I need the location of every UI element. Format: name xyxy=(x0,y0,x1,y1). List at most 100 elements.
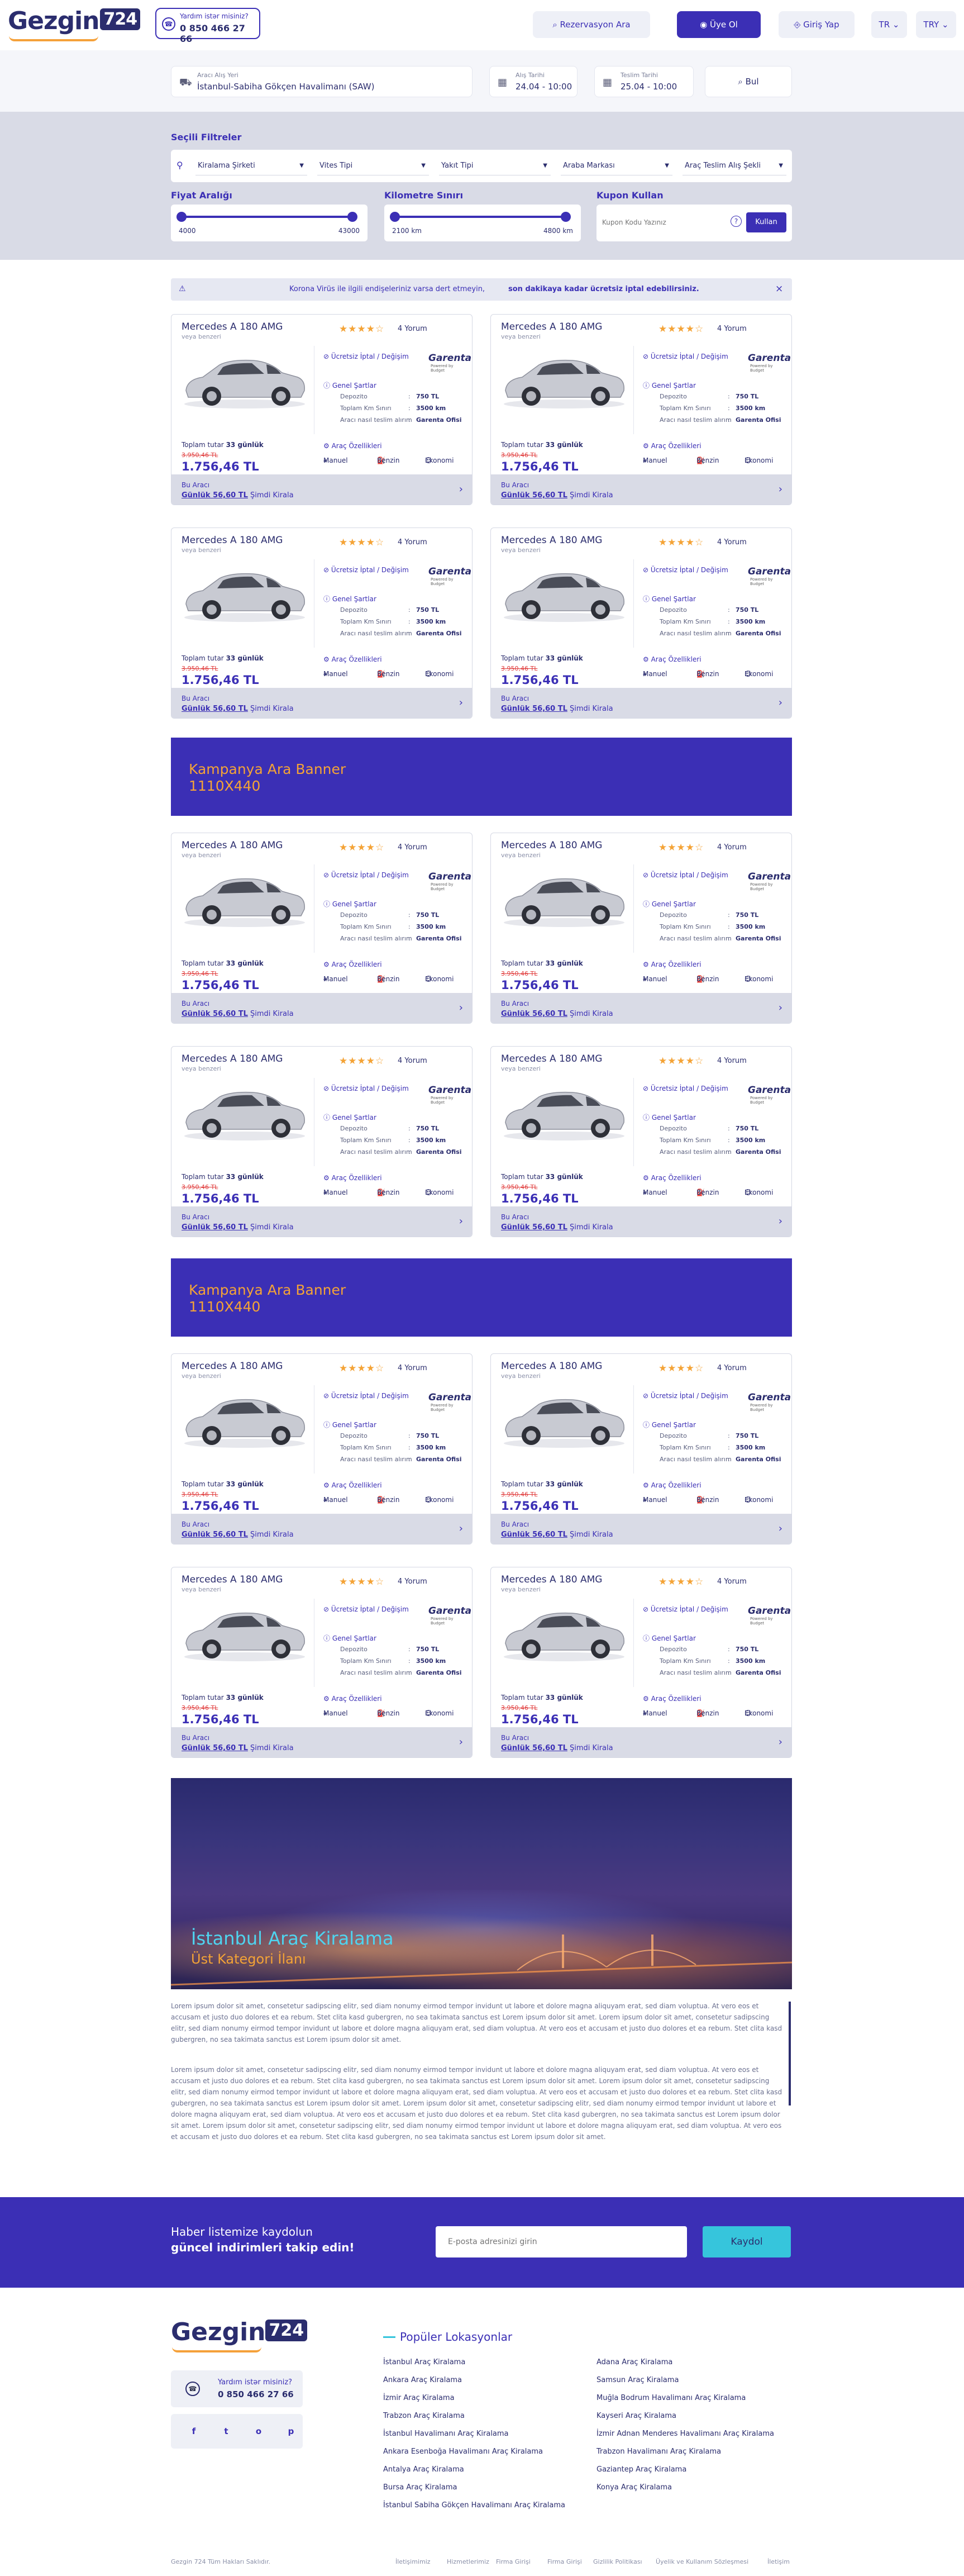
twitter-icon[interactable]: t xyxy=(220,2425,232,2437)
review-count[interactable]: 4 Yorum xyxy=(398,1364,427,1372)
location-link[interactable]: Kayseri Araç Kiralama xyxy=(596,2412,676,2420)
features-title[interactable]: ⚙ Araç Özellikleri xyxy=(643,1695,701,1703)
rent-now-bar[interactable]: Bu Aracı Günlük 56,60 TL Şimdi Kirala › xyxy=(171,688,472,718)
features-title[interactable]: ⚙ Araç Özellikleri xyxy=(323,1481,382,1489)
rent-now-bar[interactable]: Bu Aracı Günlük 56,60 TL Şimdi Kirala › xyxy=(491,993,791,1023)
km-limit-slider[interactable]: 2100 km 4800 km xyxy=(384,205,581,241)
filter-car-brand[interactable]: Araba Markası ▼ xyxy=(561,156,672,175)
instagram-icon[interactable]: o xyxy=(252,2425,265,2437)
review-count[interactable]: 4 Yorum xyxy=(398,325,427,333)
pickup-date-field[interactable]: ▦ Alış Tarihi 24.04 - 10:00 xyxy=(489,66,578,97)
pickup-location-field[interactable]: ⛟ Aracı Alış Yeri İstanbul-Sabiha Gökçen… xyxy=(171,66,473,97)
conditions-title[interactable]: ⓘ Genel Şartlar xyxy=(323,381,376,390)
car-card[interactable]: Mercedes A 180 AMG veya benzeri ★★★★☆ 4 Yor… xyxy=(490,833,792,1024)
car-card[interactable]: Mercedes A 180 AMG veya benzeri ★★★★☆ 4 Yor… xyxy=(171,527,473,719)
footer-help-box[interactable]: ☎ Yardım istər misiniz? 0 850 466 27 66 xyxy=(171,2370,303,2407)
rent-now-bar[interactable]: Bu Aracı Günlük 56,60 TL Şimdi Kirala › xyxy=(171,1206,472,1237)
location-link[interactable]: Konya Araç Kiralama xyxy=(596,2483,672,2492)
conditions-title[interactable]: ⓘ Genel Şartlar xyxy=(643,1420,696,1429)
login-button[interactable]: ⎆ Giriş Yap xyxy=(779,11,855,38)
coupon-apply-button[interactable]: Kullan xyxy=(746,212,786,232)
location-link[interactable]: Adana Araç Kiralama xyxy=(596,2358,672,2366)
coupon-input[interactable] xyxy=(602,212,736,232)
car-card[interactable]: Mercedes A 180 AMG veya benzeri ★★★★☆ 4 Yor… xyxy=(171,833,473,1024)
conditions-title[interactable]: ⓘ Genel Şartlar xyxy=(643,381,696,390)
rent-now-bar[interactable]: Bu Aracı Günlük 56,60 TL Şimdi Kirala › xyxy=(491,1727,791,1757)
language-select[interactable]: TR ⌄ xyxy=(871,11,907,38)
footer-link[interactable]: İletişimimiz xyxy=(395,2558,431,2565)
location-link[interactable]: Ankara Esenboğa Havalimanı Araç Kiralama xyxy=(383,2447,543,2456)
price-range-slider[interactable]: 4000 43000 xyxy=(171,205,368,241)
review-count[interactable]: 4 Yorum xyxy=(717,538,747,546)
pinterest-icon[interactable]: p xyxy=(285,2425,297,2437)
features-title[interactable]: ⚙ Araç Özellikleri xyxy=(643,961,701,968)
campaign-banner[interactable]: Kampanya Ara Banner 1110X440 xyxy=(171,1258,792,1337)
features-title[interactable]: ⚙ Araç Özellikleri xyxy=(643,442,701,450)
currency-select[interactable]: TRY ⌄ xyxy=(916,11,956,38)
car-card[interactable]: Mercedes A 180 AMG veya benzeri ★★★★☆ 4 Yor… xyxy=(171,1567,473,1758)
location-link[interactable]: Bursa Araç Kiralama xyxy=(383,2483,457,2492)
car-card[interactable]: Mercedes A 180 AMG veya benzeri ★★★★☆ 4 Yor… xyxy=(490,314,792,505)
review-count[interactable]: 4 Yorum xyxy=(398,843,427,852)
location-link[interactable]: İzmir Araç Kiralama xyxy=(383,2394,455,2402)
conditions-title[interactable]: ⓘ Genel Şartlar xyxy=(643,1113,696,1122)
review-count[interactable]: 4 Yorum xyxy=(717,1057,747,1065)
review-count[interactable]: 4 Yorum xyxy=(398,1577,427,1586)
site-logo[interactable]: Gezgin 724 xyxy=(8,7,141,35)
campaign-banner[interactable]: Kampanya Ara Banner 1110X440 xyxy=(171,738,792,816)
rent-now-bar[interactable]: Bu Aracı Günlük 56,60 TL Şimdi Kirala › xyxy=(491,1206,791,1237)
car-card[interactable]: Mercedes A 180 AMG veya benzeri ★★★★☆ 4 Yor… xyxy=(490,1567,792,1758)
conditions-title[interactable]: ⓘ Genel Şartlar xyxy=(643,899,696,909)
location-link[interactable]: İstanbul Araç Kiralama xyxy=(383,2358,465,2366)
conditions-title[interactable]: ⓘ Genel Şartlar xyxy=(323,1633,376,1643)
car-card[interactable]: Mercedes A 180 AMG veya benzeri ★★★★☆ 4 Yor… xyxy=(171,1353,473,1544)
footer-link[interactable]: İletişim xyxy=(767,2558,790,2565)
return-date-field[interactable]: ▦ Teslim Tarihi 25.04 - 10:00 xyxy=(594,66,694,97)
help-icon[interactable]: ? xyxy=(731,216,742,227)
rent-now-bar[interactable]: Bu Aracı Günlük 56,60 TL Şimdi Kirala › xyxy=(491,688,791,718)
features-title[interactable]: ⚙ Araç Özellikleri xyxy=(323,1174,382,1182)
conditions-title[interactable]: ⓘ Genel Şartlar xyxy=(323,1420,376,1429)
footer-link[interactable]: Gizlilik Politikası xyxy=(593,2558,642,2565)
km-min-handle[interactable] xyxy=(390,212,400,222)
newsletter-submit-button[interactable]: Kaydol xyxy=(703,2226,791,2257)
review-count[interactable]: 4 Yorum xyxy=(717,843,747,852)
filter-rental-company[interactable]: Kiralama Şirketi ▼ xyxy=(195,156,307,175)
features-title[interactable]: ⚙ Araç Özellikleri xyxy=(323,961,382,968)
signup-button[interactable]: ◉ Üye Ol xyxy=(677,11,761,38)
rent-now-bar[interactable]: Bu Aracı Günlük 56,60 TL Şimdi Kirala › xyxy=(491,1514,791,1544)
features-title[interactable]: ⚙ Araç Özellikleri xyxy=(643,1481,701,1489)
help-phone-box[interactable]: ☎ Yardım istər misiniz? 0 850 466 27 66 xyxy=(155,8,260,44)
conditions-title[interactable]: ⓘ Genel Şartlar xyxy=(643,1633,696,1643)
car-card[interactable]: Mercedes A 180 AMG veya benzeri ★★★★☆ 4 Yor… xyxy=(490,527,792,719)
km-max-handle[interactable] xyxy=(561,212,571,222)
newsletter-email-input[interactable] xyxy=(436,2226,687,2257)
location-link[interactable]: Muğla Bodrum Havalimanı Araç Kiralama xyxy=(596,2394,746,2402)
footer-link[interactable]: Firma Girişi xyxy=(547,2558,582,2565)
footer-link[interactable]: Firma Girişi xyxy=(496,2558,531,2565)
close-icon[interactable]: × xyxy=(775,283,783,294)
filter-fuel-type[interactable]: Yakıt Tipi ▼ xyxy=(439,156,551,175)
filter-pickup-method[interactable]: Araç Teslim Alış Şekli ▼ xyxy=(683,156,786,175)
car-card[interactable]: Mercedes A 180 AMG veya benzeri ★★★★☆ 4 Yor… xyxy=(171,314,473,505)
location-link[interactable]: Samsun Araç Kiralama xyxy=(596,2376,679,2384)
features-title[interactable]: ⚙ Araç Özellikleri xyxy=(323,655,382,663)
location-link[interactable]: Gaziantep Araç Kiralama xyxy=(596,2465,686,2474)
rent-now-bar[interactable]: Bu Aracı Günlük 56,60 TL Şimdi Kirala › xyxy=(171,993,472,1023)
footer-link[interactable]: Üyelik ve Kullanım Sözleşmesi xyxy=(656,2558,748,2565)
price-min-handle[interactable] xyxy=(176,212,187,222)
location-link[interactable]: İzmir Adnan Menderes Havalimanı Araç Kir… xyxy=(596,2430,774,2438)
conditions-title[interactable]: ⓘ Genel Şartlar xyxy=(323,1113,376,1122)
conditions-title[interactable]: ⓘ Genel Şartlar xyxy=(323,594,376,603)
text-scrollbar[interactable] xyxy=(789,2002,791,2106)
review-count[interactable]: 4 Yorum xyxy=(717,1577,747,1586)
rent-now-bar[interactable]: Bu Aracı Günlük 56,60 TL Şimdi Kirala › xyxy=(491,474,791,505)
price-max-handle[interactable] xyxy=(347,212,357,222)
features-title[interactable]: ⚙ Araç Özellikleri xyxy=(643,655,701,663)
review-count[interactable]: 4 Yorum xyxy=(398,538,427,546)
rent-now-bar[interactable]: Bu Aracı Günlük 56,60 TL Şimdi Kirala › xyxy=(171,1727,472,1757)
features-title[interactable]: ⚙ Araç Özellikleri xyxy=(323,442,382,450)
location-link[interactable]: Trabzon Havalimanı Araç Kiralama xyxy=(596,2447,721,2456)
conditions-title[interactable]: ⓘ Genel Şartlar xyxy=(323,899,376,909)
review-count[interactable]: 4 Yorum xyxy=(717,1364,747,1372)
